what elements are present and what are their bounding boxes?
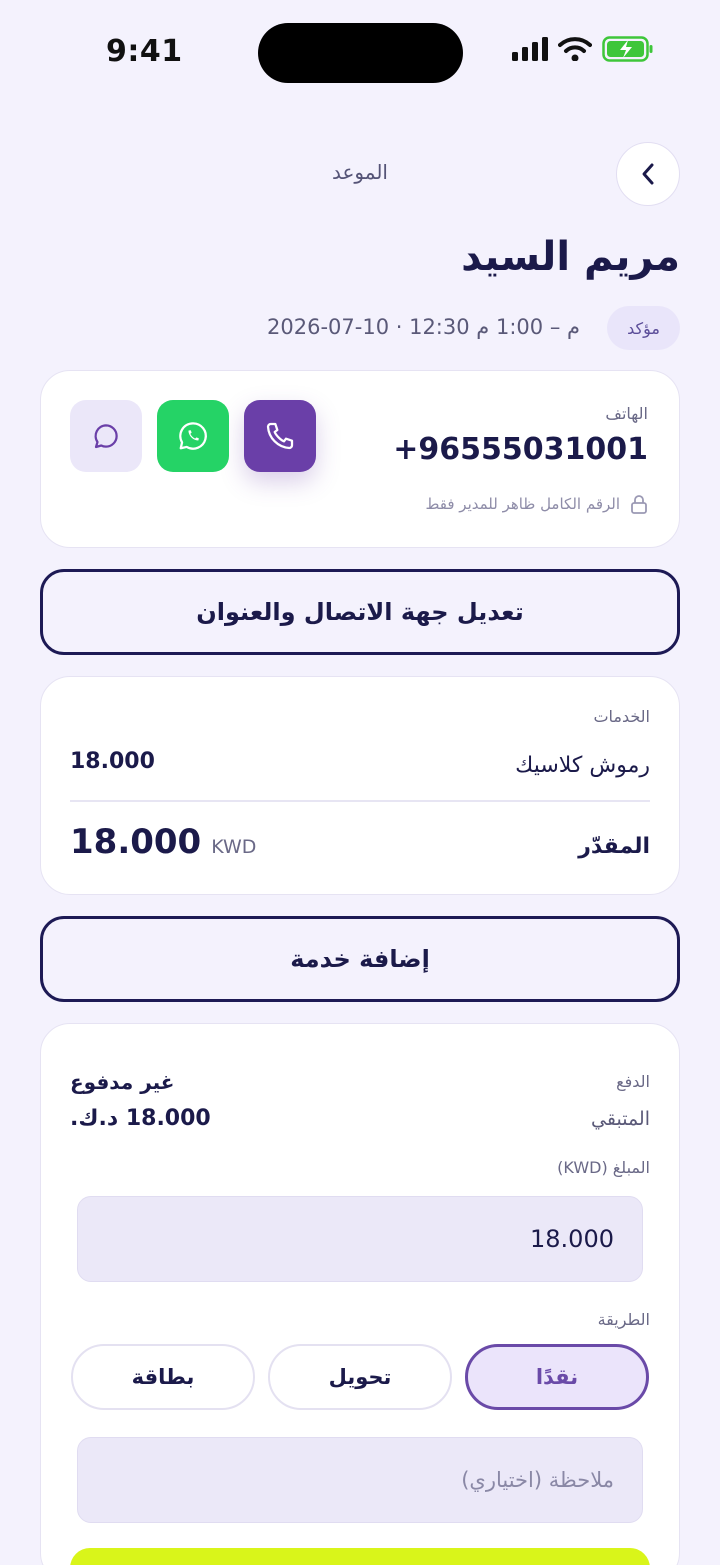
services-label: الخدمات <box>593 707 650 726</box>
total-label: المقدّر <box>578 834 650 859</box>
add-service-button[interactable]: إضافة خدمة <box>40 916 680 1002</box>
amount-value: 18.000 <box>530 1225 614 1253</box>
phone-visibility-note: الرقم الكامل ظاهر للمدير فقط <box>426 494 648 514</box>
remaining-label: المتبقي <box>591 1108 650 1130</box>
note-input[interactable]: ملاحظة (اختياري) <box>77 1437 643 1523</box>
client-name: مريم السيد <box>461 234 680 280</box>
amount-label: المبلغ (KWD) <box>557 1158 650 1177</box>
phone-icon <box>266 422 294 450</box>
total-currency: KWD <box>211 836 257 858</box>
services-card <box>40 676 680 895</box>
method-cash[interactable]: نقدًا <box>465 1344 649 1410</box>
chat-bubble-icon <box>94 424 118 449</box>
page-title: الموعد <box>332 160 388 184</box>
call-button[interactable] <box>244 400 316 472</box>
services-divider <box>70 800 650 802</box>
method-card[interactable]: بطاقة <box>71 1344 255 1410</box>
amount-input[interactable]: 18.000 <box>77 1196 643 1282</box>
phone-number: +96555031001 <box>393 432 648 467</box>
lock-icon <box>631 495 647 514</box>
whatsapp-button[interactable] <box>157 400 229 472</box>
message-button[interactable] <box>70 400 142 472</box>
dynamic-island <box>258 23 463 83</box>
back-button[interactable] <box>616 142 680 206</box>
appointment-datetime: 2026-07-10 · 12:30 م – 1:00 م <box>267 315 580 339</box>
total-value: 18.000 <box>70 822 202 862</box>
method-label: الطريقة <box>597 1310 650 1329</box>
payment-status: غير مدفوع <box>70 1070 175 1094</box>
battery-icon <box>602 36 653 62</box>
total-amount: 18.000 KWD <box>70 822 256 862</box>
note-placeholder: ملاحظة (اختياري) <box>461 1468 614 1492</box>
status-time: 9:41 <box>106 34 183 69</box>
service-name: رموش كلاسيك <box>515 753 650 778</box>
confirm-payment-button[interactable] <box>70 1548 650 1565</box>
status-icons <box>512 36 654 62</box>
method-transfer[interactable]: تحويل <box>268 1344 452 1410</box>
wifi-icon <box>558 37 592 61</box>
chevron-left-icon <box>642 163 654 185</box>
phone-note-text: الرقم الكامل ظاهر للمدير فقط <box>425 495 620 513</box>
signal-icon <box>512 37 548 61</box>
phone-label: الهاتف <box>605 404 648 423</box>
remaining-value: 18.000 د.ك. <box>70 1106 211 1131</box>
edit-contact-button[interactable]: تعديل جهة الاتصال والعنوان <box>40 569 680 655</box>
payment-label: الدفع <box>616 1072 650 1091</box>
whatsapp-icon <box>179 422 207 450</box>
service-price: 18.000 <box>70 749 155 774</box>
status-badge: مؤكد <box>607 306 680 350</box>
